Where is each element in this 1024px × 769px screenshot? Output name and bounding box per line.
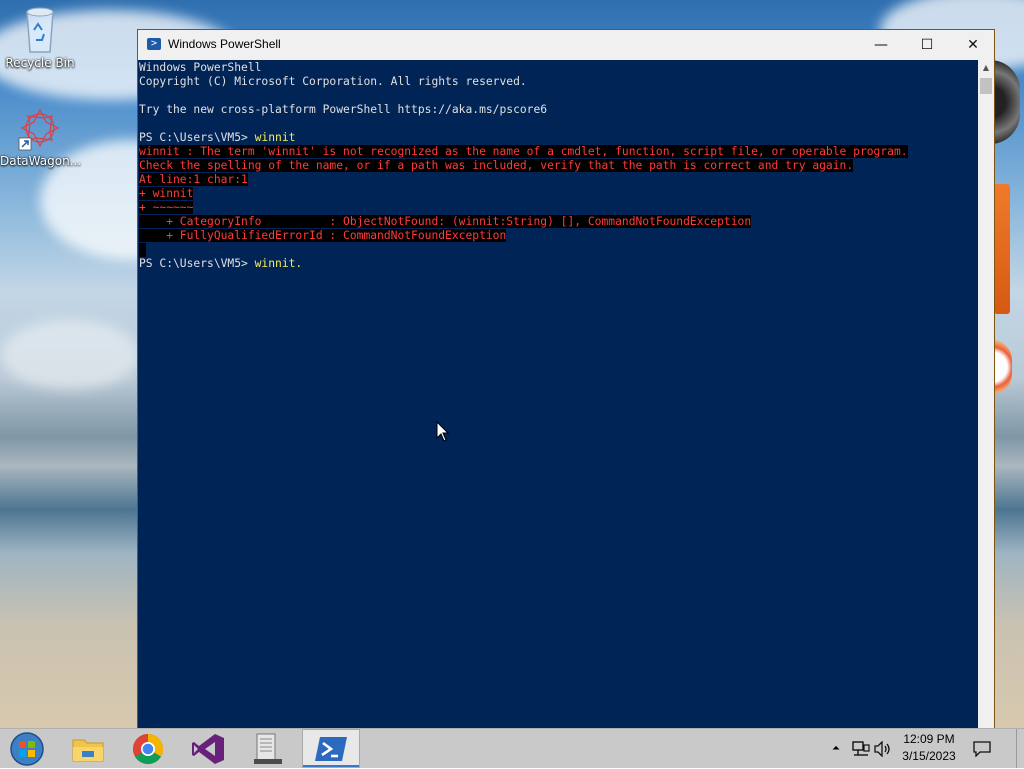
console-caret (139, 243, 146, 257)
scroll-thumb[interactable] (980, 78, 992, 94)
console-text-line: Windows PowerShell (139, 61, 262, 74)
show-hidden-icons-button[interactable]: ⏶ (828, 729, 844, 768)
vertical-scrollbar[interactable]: ▲ (978, 60, 994, 728)
window-title: Windows PowerShell (168, 37, 281, 51)
console-line: PS C:\Users\VM5> winnit (139, 131, 908, 145)
show-desktop-button[interactable] (1016, 729, 1023, 768)
clock-time: 12:09 PM (903, 732, 955, 746)
calendar-gadget[interactable] (992, 340, 1012, 394)
chrome-icon (132, 734, 164, 765)
datawagon-shortcut-icon (18, 108, 60, 151)
console-line: Check the spelling of the name, or if a … (139, 159, 908, 173)
network-icon[interactable] (852, 741, 870, 757)
console-line: + CategoryInfo : ObjectNotFound: (winnit… (139, 215, 908, 229)
desktop-icon-recycle-bin[interactable]: Recycle Bin (0, 6, 80, 70)
file-cabinet-icon (254, 733, 282, 764)
powershell-window[interactable]: > Windows PowerShell — ☐ ✕ Windows Power… (137, 29, 995, 728)
minimize-button[interactable]: — (858, 30, 904, 60)
action-center-icon[interactable] (973, 741, 991, 757)
console-line (139, 243, 908, 257)
visual-studio-icon (192, 734, 224, 764)
clock-date: 3/15/2023 (902, 749, 956, 763)
console-error-text: Check the spelling of the name, or if a … (139, 159, 854, 172)
taskbar: ⏶ 12:09 PM 3/15/2023 (0, 728, 1024, 768)
cloud (0, 320, 140, 390)
console-text-line: Copyright (C) Microsoft Corporation. All… (139, 75, 527, 88)
taskbar-file-cabinet[interactable] (240, 729, 296, 768)
taskbar-chrome[interactable] (120, 729, 176, 768)
orange-gadget[interactable] (994, 184, 1010, 314)
console-error-text: At line:1 char:1 (139, 173, 248, 186)
console-error-text: + ~~~~~~ (139, 201, 194, 214)
console-line: + FullyQualifiedErrorId : CommandNotFoun… (139, 229, 908, 243)
title-bar[interactable]: > Windows PowerShell — ☐ ✕ (138, 30, 994, 60)
console-command: winnit. (254, 257, 303, 270)
console-line: Copyright (C) Microsoft Corporation. All… (139, 75, 908, 89)
start-button[interactable] (0, 729, 54, 768)
console-line: At line:1 char:1 (139, 173, 908, 187)
taskbar-visual-studio[interactable] (180, 729, 236, 768)
console-text: Windows PowerShell Copyright (C) Microsof… (139, 61, 908, 271)
active-indicator (303, 765, 359, 767)
taskbar-clock[interactable]: 12:09 PM 3/15/2023 (893, 731, 965, 765)
console-command: winnit (254, 131, 296, 144)
console-output[interactable]: Windows PowerShell Copyright (C) Microsof… (138, 60, 978, 728)
powershell-icon (315, 737, 347, 761)
console-error-text: + CategoryInfo : ObjectNotFound: (winnit… (139, 215, 752, 228)
desktop-icon-datawagon[interactable]: DataWagon... (0, 104, 82, 168)
console-prompt: PS C:\Users\VM5> (139, 131, 255, 144)
console-error-text: + FullyQualifiedErrorId : CommandNotFoun… (139, 229, 507, 242)
console-line: + ~~~~~~ (139, 201, 908, 215)
console-line: Try the new cross-platform PowerShell ht… (139, 103, 908, 117)
console-text-line: Try the new cross-platform PowerShell ht… (139, 103, 548, 116)
close-button[interactable]: ✕ (950, 30, 996, 60)
taskbar-file-explorer[interactable] (60, 729, 116, 768)
console-line: winnit : The term 'winnit' is not recogn… (139, 145, 908, 159)
console-error-text: + winnit (139, 187, 194, 200)
console-error-text: winnit : The term 'winnit' is not recogn… (139, 145, 908, 158)
console-line: + winnit (139, 187, 908, 201)
recycle-bin-icon (26, 7, 54, 53)
powershell-icon: > (147, 38, 161, 50)
console-prompt: PS C:\Users\VM5> (139, 257, 255, 270)
taskbar-powershell[interactable] (302, 729, 360, 768)
folder-icon (72, 739, 104, 762)
mouse-cursor-icon (436, 421, 450, 442)
windows-start-icon (10, 732, 44, 766)
volume-icon[interactable] (874, 741, 892, 757)
console-line: Windows PowerShell (139, 61, 908, 75)
console-line: PS C:\Users\VM5> winnit. (139, 257, 908, 271)
scroll-up-arrow-icon[interactable]: ▲ (978, 60, 994, 76)
desktop-icon-label: DataWagon... (0, 154, 82, 168)
desktop-icon-label: Recycle Bin (5, 56, 75, 70)
maximize-button[interactable]: ☐ (904, 30, 950, 60)
